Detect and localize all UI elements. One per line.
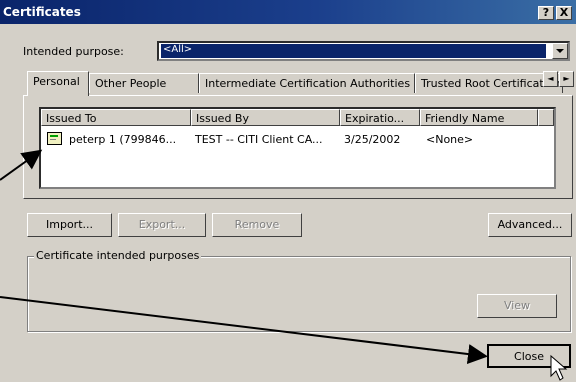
mouse-cursor-icon bbox=[550, 354, 568, 381]
annotation-arrow-to-close bbox=[0, 296, 488, 364]
tab-personal[interactable]: Personal bbox=[27, 71, 89, 96]
annotation-overlay bbox=[0, 149, 568, 381]
annotation-arrow-to-list bbox=[0, 149, 43, 181]
